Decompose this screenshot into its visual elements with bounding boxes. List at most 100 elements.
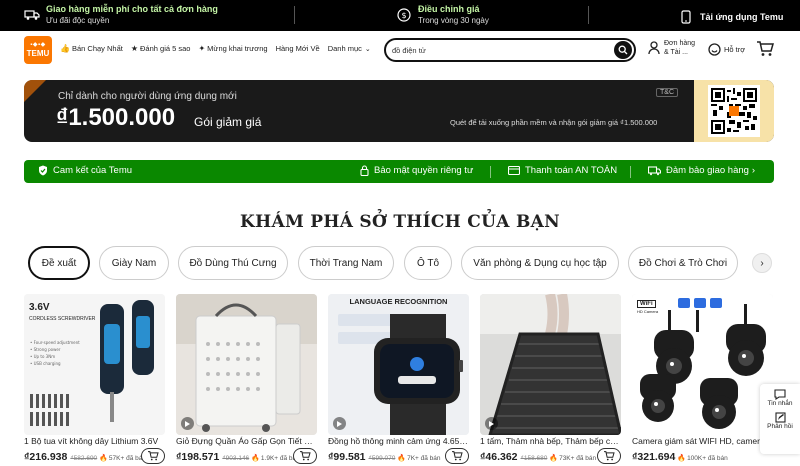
lock-icon xyxy=(360,165,369,176)
chip-mens-shoes[interactable]: Giày Nam xyxy=(99,246,169,280)
search-input[interactable] xyxy=(392,45,602,55)
payment-item[interactable]: Thanh toán AN TOÀN xyxy=(508,165,617,176)
fire-icon: 🔥 xyxy=(397,455,407,462)
divider xyxy=(630,166,631,178)
svg-text:• Strong power: • Strong power xyxy=(30,347,61,352)
cart-plus-icon xyxy=(452,451,463,461)
temu-logo[interactable]: ▪◆▪◆ TEMU xyxy=(24,36,52,64)
play-icon[interactable] xyxy=(333,417,346,430)
cart-plus-icon xyxy=(300,451,311,461)
app-download-banner[interactable]: Chỉ dành cho người dùng ứng dụng mới ₫1.… xyxy=(24,80,774,142)
product-card[interactable]: 1 tấm, Thảm nhà bếp, Thảm bếp chống ₫46.… xyxy=(480,294,621,466)
product-image[interactable]: LANGUAGE RECOGNITION xyxy=(328,294,469,435)
fire-icon: 🔥 xyxy=(677,455,687,462)
product-image[interactable]: • Four-speed adjustment • Strong power • U… xyxy=(24,294,165,435)
shipping-title: Giao hàng miễn phí cho tất cả đơn hàng xyxy=(46,4,218,14)
image-caption: LANGUAGE RECOGNITION xyxy=(349,297,448,306)
chip-toys-games[interactable]: Đồ Chơi & Trò Chơi xyxy=(628,246,738,280)
side-float-panel: Tin nhắn Phản hồi xyxy=(760,384,800,454)
banner-label: Gói giảm giá xyxy=(194,115,262,129)
product-card[interactable]: Giỏ Đựng Quần Áo Gấp Gọn Tiết Kiệm ₫198.… xyxy=(176,294,317,466)
chip-office-school[interactable]: Văn phòng & Dụng cụ học tập xyxy=(461,246,619,280)
old-price: ₫158.680 xyxy=(520,455,548,462)
svg-text:• USB charging: • USB charging xyxy=(30,361,61,366)
terms-link[interactable]: T&C xyxy=(656,88,678,97)
nav-label: Mừng khai trương xyxy=(207,44,268,53)
add-to-cart-button[interactable] xyxy=(597,448,621,464)
product-image[interactable] xyxy=(176,294,317,435)
add-to-cart-button[interactable] xyxy=(293,448,317,464)
price-adjust-promo[interactable]: $ Điều chỉnh giá Trong vòng 30 ngày xyxy=(396,4,489,26)
product-title[interactable]: Camera giám sát WIFI HD, camera IP xyxy=(632,436,773,446)
chip-recommended[interactable]: Đề xuất xyxy=(28,246,90,280)
dollar-icon: $ xyxy=(396,7,412,23)
fire-icon: 🔥 xyxy=(251,455,260,462)
messages-button[interactable]: Tin nhắn xyxy=(760,389,800,407)
delivery-item[interactable]: Đảm bảo giao hàng › xyxy=(648,165,755,176)
trust-bar[interactable]: Cam kết của Temu Bảo mật quyền riêng tư … xyxy=(24,160,774,183)
nav-five-star[interactable]: ★ Đánh giá 5 sao xyxy=(131,44,191,53)
image-caption-sub: HD Camera xyxy=(637,309,659,314)
account-orders[interactable]: Đơn hàng & Tài ... xyxy=(648,39,695,57)
section-heading: KHÁM PHÁ SỞ THÍCH CỦA BẠN xyxy=(240,212,560,232)
header: ▪◆▪◆ TEMU 👍 Bán Chạy Nhất ★ Đánh giá 5 sao… xyxy=(0,31,800,73)
old-price: ₫903.146 xyxy=(222,455,250,462)
account-line2: & Tài ... xyxy=(664,49,688,56)
sold-count: 73K+ đã bán xyxy=(559,455,597,462)
product-title[interactable]: Đồng hồ thông minh cảm ứng 4.65cm xyxy=(328,436,469,446)
messages-label: Tin nhắn xyxy=(767,400,793,407)
play-icon[interactable] xyxy=(485,417,498,430)
sold-count: 100K+ đã bán xyxy=(687,455,728,462)
chip-auto[interactable]: Ô Tô xyxy=(404,246,452,280)
price-row: ₫321.694 🔥 100K+ đã bán xyxy=(632,451,773,463)
add-to-cart-button[interactable] xyxy=(445,448,469,464)
cart-button[interactable] xyxy=(756,41,774,62)
divider xyxy=(588,6,589,24)
nav-label: Hàng Mới Về xyxy=(275,44,320,53)
product-card[interactable]: • Four-speed adjustment • Strong power • U… xyxy=(24,294,165,466)
nav-grand-opening[interactable]: ✦ Mừng khai trương xyxy=(198,44,267,53)
chat-icon xyxy=(774,389,786,400)
product-title[interactable]: 1 tấm, Thảm nhà bếp, Thảm bếp chống xyxy=(480,436,621,446)
play-icon[interactable] xyxy=(181,417,194,430)
price: ₫216.938 xyxy=(24,451,68,463)
product-title[interactable]: Giỏ Đựng Quần Áo Gấp Gọn Tiết Kiệm xyxy=(176,436,317,446)
download-app-link[interactable]: Tải ứng dụng Temu xyxy=(678,9,783,25)
nav-best-sellers[interactable]: 👍 Bán Chạy Nhất xyxy=(60,44,123,53)
free-shipping-promo[interactable]: Giao hàng miễn phí cho tất cả đơn hàng Ư… xyxy=(24,4,218,26)
fire-icon: 🔥 xyxy=(549,455,559,462)
chevron-right-icon: › xyxy=(751,165,756,176)
chip-mens-fashion[interactable]: Thời Trang Nam xyxy=(298,246,394,280)
privacy-item[interactable]: Bảo mật quyền riêng tư xyxy=(360,165,473,176)
cart-plus-icon xyxy=(148,451,159,461)
image-caption: 3.6V xyxy=(29,302,50,313)
logo-word: TEMU xyxy=(26,49,50,58)
adjust-sub: Trong vòng 30 ngày xyxy=(418,16,489,25)
product-title[interactable]: 1 Bộ tua vít không dây Lithium 3.6V xyxy=(24,436,165,446)
nav-new-arrivals[interactable]: Hàng Mới Về xyxy=(276,44,320,53)
help-link[interactable]: Hỗ trợ xyxy=(708,43,745,56)
nav-categories[interactable]: Danh mục ⌄ xyxy=(328,44,371,53)
product-image[interactable] xyxy=(480,294,621,435)
sold-count: 7K+ đã bán xyxy=(407,455,441,462)
product-card[interactable]: WiFi HD Camera Camera giám sát WIFI HD, … xyxy=(632,294,773,466)
temu-commitment[interactable]: Cam kết của Temu xyxy=(38,165,132,176)
chevron-right-icon[interactable]: › xyxy=(752,253,772,273)
price: ₫99.581 xyxy=(328,451,366,463)
add-to-cart-button[interactable] xyxy=(141,448,165,464)
feedback-button[interactable]: Phản hồi xyxy=(760,412,800,430)
fire-icon: 🔥 xyxy=(99,455,108,462)
search-button[interactable] xyxy=(614,41,632,59)
product-card[interactable]: LANGUAGE RECOGNITION Đồng hồ thông minh … xyxy=(328,294,469,466)
image-caption-sub: CORDLESS SCREWDRIVER xyxy=(29,316,96,322)
svg-text:• Four-speed adjustment: • Four-speed adjustment xyxy=(30,340,80,345)
payment-label: Thanh toán AN TOÀN xyxy=(525,165,618,176)
nav-label: Danh mục xyxy=(327,44,362,53)
user-icon xyxy=(648,41,660,55)
app-label: Tải ứng dụng Temu xyxy=(700,12,784,22)
chip-pet-supplies[interactable]: Đồ Dùng Thú Cưng xyxy=(178,246,288,280)
old-price: ₫599.070 xyxy=(368,455,396,462)
qr-code-icon xyxy=(708,85,760,137)
party-icon: ✦ xyxy=(198,44,206,53)
product-image[interactable]: WiFi HD Camera xyxy=(632,294,773,435)
